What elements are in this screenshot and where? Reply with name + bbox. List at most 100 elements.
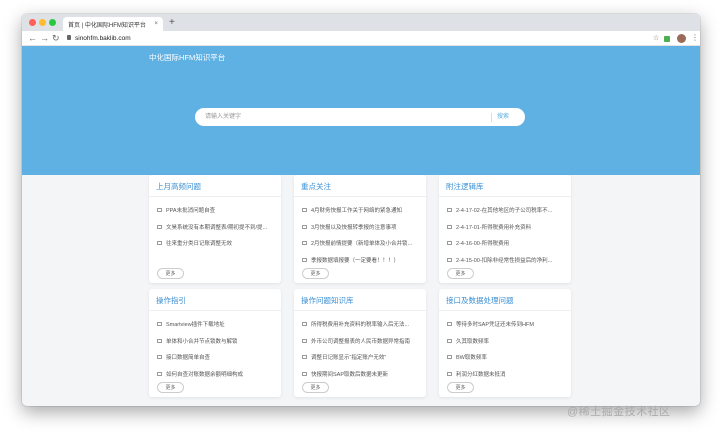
list-item[interactable]: 快报期间SAP取数后数据未更新 xyxy=(302,366,422,383)
document-icon xyxy=(302,208,307,213)
list-item[interactable]: 2-4-17-02-在其他地区的子公司税率不... xyxy=(447,202,567,219)
article-link[interactable]: 单体和小合并节点锁数与解锁 xyxy=(166,337,238,345)
list-item[interactable]: 单体和小合并节点锁数与解锁 xyxy=(157,333,277,350)
reload-icon[interactable]: ↻ xyxy=(52,32,60,45)
more-button[interactable]: 更多 xyxy=(157,382,184,393)
profile-avatar[interactable] xyxy=(677,34,686,43)
list-item[interactable]: 所得税费用补充资料的税率输入后无法... xyxy=(302,316,422,333)
article-link[interactable]: 2-4-17-01-所得税费用补充资料 xyxy=(456,223,531,231)
tab-title: 首页 | 中化国际HFM知识平台 xyxy=(68,22,146,29)
card-operation-issues: 操作问题知识库 所得税费用补充资料的税率输入后无法... 外币公司调整报表的人民… xyxy=(294,289,426,397)
article-link[interactable]: 文昊系统没有本期调整表/期初提不到/提... xyxy=(166,223,267,231)
article-list: 所得税费用补充资料的税率输入后无法... 外币公司调整报表的人民币数据异常指南 … xyxy=(302,316,422,382)
document-icon xyxy=(447,224,452,229)
article-link[interactable]: 利润分红数据未抵消 xyxy=(456,370,506,378)
article-list: Smartview插件下载地址 单体和小合并节点锁数与解锁 接口数据简单自查 如… xyxy=(157,316,277,382)
article-link[interactable]: BW取数频率 xyxy=(456,353,487,361)
tab-strip: 首页 | 中化国际HFM知识平台 × + xyxy=(22,14,700,31)
search-box: 搜索 xyxy=(195,108,525,126)
list-item[interactable]: Smartview插件下载地址 xyxy=(157,316,277,333)
bookmark-star-icon[interactable]: ☆ xyxy=(653,34,659,43)
article-link[interactable]: 久其取数频率 xyxy=(456,337,489,345)
close-window-button[interactable] xyxy=(29,19,36,26)
more-button[interactable]: 更多 xyxy=(302,382,329,393)
extension-icon[interactable] xyxy=(664,36,670,42)
more-button[interactable]: 更多 xyxy=(157,268,184,279)
document-icon xyxy=(157,322,162,327)
document-icon xyxy=(302,322,307,327)
browser-window: 首页 | 中化国际HFM知识平台 × + ← → ↻ sinohfm.bakli… xyxy=(22,14,700,406)
list-item[interactable]: BW取数频率 xyxy=(447,349,567,366)
article-link[interactable]: 2月快报前情提要（新增单体及小合并锁... xyxy=(311,239,412,247)
article-link[interactable]: PPA未批消问题自查 xyxy=(166,206,215,214)
document-icon xyxy=(157,208,162,213)
article-link[interactable]: 4月财务快报工作关于网络的紧急通知 xyxy=(311,206,402,214)
article-link[interactable]: 2-4-16-00-所得税费用 xyxy=(456,239,509,247)
card-title[interactable]: 上月高频问题 xyxy=(156,181,201,192)
article-link[interactable]: 等待多时SAP凭证还未传到HFM xyxy=(456,320,534,328)
article-link[interactable]: 往来重分类日记账调整无效 xyxy=(166,239,232,247)
card-title[interactable]: 接口及数据处理问题 xyxy=(446,295,514,306)
list-item[interactable]: 4月财务快报工作关于网络的紧急通知 xyxy=(302,202,422,219)
document-icon xyxy=(302,338,307,343)
card-notes-logic: 附注逻辑库 2-4-17-02-在其他地区的子公司税率不... 2-4-17-0… xyxy=(439,175,571,283)
article-link[interactable]: 如何自查对账数据余额明细构成 xyxy=(166,370,243,378)
more-button[interactable]: 更多 xyxy=(447,268,474,279)
site-title[interactable]: 中化国际HFM知识平台 xyxy=(149,52,225,63)
list-item[interactable]: 接口数据简单自查 xyxy=(157,349,277,366)
card-title[interactable]: 附注逻辑库 xyxy=(446,181,484,192)
document-icon xyxy=(302,355,307,360)
document-icon xyxy=(157,338,162,343)
list-item[interactable]: 久其取数频率 xyxy=(447,333,567,350)
document-icon xyxy=(447,338,452,343)
article-link[interactable]: 所得税费用补充资料的税率输入后无法... xyxy=(311,320,409,328)
list-item[interactable]: 等待多时SAP凭证还未传到HFM xyxy=(447,316,567,333)
article-link[interactable]: 接口数据简单自查 xyxy=(166,353,210,361)
article-link[interactable]: 2-4-15-00-扣除非经常性损益后的净利... xyxy=(456,256,552,264)
list-item[interactable]: 外币公司调整报表的人民币数据异常指南 xyxy=(302,333,422,350)
card-title[interactable]: 重点关注 xyxy=(301,181,331,192)
article-link[interactable]: 外币公司调整报表的人民币数据异常指南 xyxy=(311,337,410,345)
list-item[interactable]: 利润分红数据未抵消 xyxy=(447,366,567,383)
card-divider xyxy=(294,196,426,197)
list-item[interactable]: 2-4-17-01-所得税费用补充资料 xyxy=(447,219,567,236)
maximize-window-button[interactable] xyxy=(49,19,56,26)
list-item[interactable]: 往来重分类日记账调整无效 xyxy=(157,235,277,252)
search-button[interactable]: 搜索 xyxy=(497,112,509,122)
article-link[interactable]: 3月快报以及快报转季报的注意事项 xyxy=(311,223,397,231)
list-item[interactable]: 季报数据填报要（一定要看！！！） xyxy=(302,252,422,269)
new-tab-button[interactable]: + xyxy=(169,17,175,29)
document-icon xyxy=(302,257,307,262)
article-link[interactable]: Smartview插件下载地址 xyxy=(166,320,225,328)
article-link[interactable]: 季报数据填报要（一定要看！！！） xyxy=(311,256,399,264)
browser-tab[interactable]: 首页 | 中化国际HFM知识平台 × xyxy=(63,17,163,31)
list-item[interactable]: 如何自查对账数据余额明细构成 xyxy=(157,366,277,383)
list-item[interactable]: 2月快报前情提要（新增单体及小合并锁... xyxy=(302,235,422,252)
forward-icon[interactable]: → xyxy=(40,32,49,45)
address-bar[interactable]: sinohfm.baklib.com xyxy=(75,33,131,44)
browser-menu-icon[interactable]: ⋮ xyxy=(691,33,699,43)
search-input[interactable] xyxy=(205,110,480,124)
card-title[interactable]: 操作指引 xyxy=(156,295,186,306)
article-link[interactable]: 快报期间SAP取数后数据未更新 xyxy=(311,370,388,378)
tab-close-icon[interactable]: × xyxy=(154,21,158,27)
list-item[interactable]: 3月快报以及快报转季报的注意事项 xyxy=(302,219,422,236)
article-link[interactable]: 调整日记账显示“指定账户无效” xyxy=(311,353,386,361)
list-item[interactable]: PPA未批消问题自查 xyxy=(157,202,277,219)
document-icon xyxy=(447,322,452,327)
lock-icon xyxy=(67,35,71,40)
watermark: @稀土掘金技术社区 xyxy=(567,406,671,418)
card-title[interactable]: 操作问题知识库 xyxy=(301,295,354,306)
list-item[interactable]: 调整日记账显示“指定账户无效” xyxy=(302,349,422,366)
article-link[interactable]: 2-4-17-02-在其他地区的子公司税率不... xyxy=(456,206,552,214)
list-item[interactable]: 2-4-16-00-所得税费用 xyxy=(447,235,567,252)
back-icon[interactable]: ← xyxy=(28,32,37,45)
minimize-window-button[interactable] xyxy=(39,19,46,26)
more-button[interactable]: 更多 xyxy=(447,382,474,393)
document-icon xyxy=(157,241,162,246)
more-button[interactable]: 更多 xyxy=(302,268,329,279)
document-icon xyxy=(157,355,162,360)
card-monthly-faq: 上月高频问题 PPA未批消问题自查 文昊系统没有本期调整表/期初提不到/提...… xyxy=(149,175,281,283)
list-item[interactable]: 2-4-15-00-扣除非经常性损益后的净利... xyxy=(447,252,567,269)
list-item[interactable]: 文昊系统没有本期调整表/期初提不到/提... xyxy=(157,219,277,236)
